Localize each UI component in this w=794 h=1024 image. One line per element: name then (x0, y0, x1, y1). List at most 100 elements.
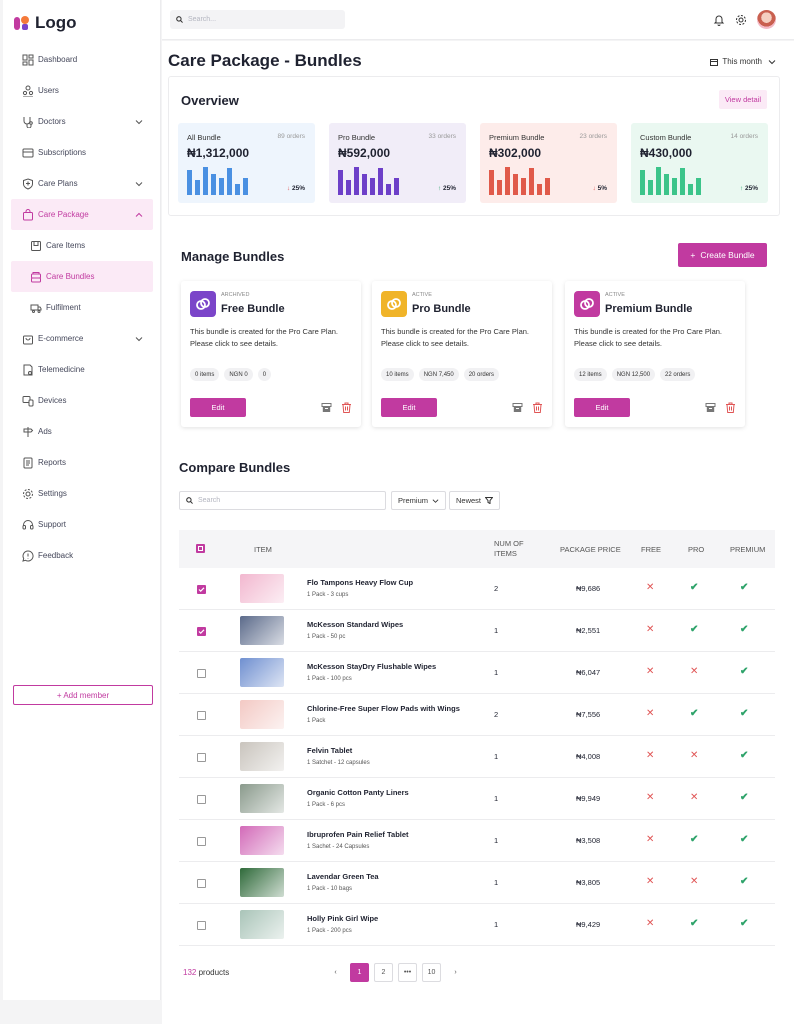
sidebar-item-support[interactable]: Support (3, 509, 161, 540)
premium-check-icon: ✔ (740, 834, 749, 845)
table-row[interactable]: Flo Tampons Heavy Flow Cup 1 Pack - 3 cu… (179, 568, 775, 610)
chevron-down-icon[interactable] (135, 335, 143, 343)
row-checkbox[interactable] (197, 711, 206, 720)
table-row[interactable]: Felvin Tablet 1 Satchet - 12 capsules 1 … (179, 736, 775, 778)
search-input[interactable]: Search... (170, 10, 345, 29)
chevron-down-icon[interactable] (135, 180, 143, 188)
page-1[interactable]: 1 (350, 963, 369, 982)
page-ellipsis[interactable]: ••• (398, 963, 417, 982)
bundle-chip: 0 (257, 368, 272, 381)
row-checkbox[interactable] (197, 585, 206, 594)
stat-bar (489, 170, 494, 195)
stat-bar (672, 178, 677, 195)
prev-page-icon[interactable]: ‹ (326, 963, 345, 982)
archive-icon[interactable] (705, 402, 716, 413)
table-row[interactable]: Ibruprofen Pain Relief Tablet 1 Sachet -… (179, 820, 775, 862)
stat-card[interactable]: Premium Bundle 23 orders ₦302,000 ↓ 5% (480, 123, 617, 203)
stat-bar (529, 168, 534, 195)
table-row[interactable]: Chlorine-Free Super Flow Pads with Wings… (179, 694, 775, 736)
row-checkbox[interactable] (197, 921, 206, 930)
sidebar-item-doctors[interactable]: Doctors (3, 106, 161, 137)
sidebar-item-label: Reports (38, 458, 67, 467)
sidebar-item-subscriptions[interactable]: Subscriptions (3, 137, 161, 168)
sort-dropdown[interactable]: Newest (449, 491, 501, 510)
page-10[interactable]: 10 (422, 963, 441, 982)
sidebar-item-label: Ads (38, 427, 52, 436)
stat-card[interactable]: All Bundle 89 orders ₦1,312,000 ↓ 25% (178, 123, 315, 203)
row-checkbox[interactable] (197, 753, 206, 762)
page-2[interactable]: 2 (374, 963, 393, 982)
stat-bar (219, 178, 224, 195)
premium-check-icon: ✔ (740, 876, 749, 887)
table-row[interactable]: Organic Cotton Panty Liners 1 Pack - 6 p… (179, 778, 775, 820)
stat-bar (640, 170, 645, 195)
row-checkbox[interactable] (197, 795, 206, 804)
logo[interactable]: Logo (13, 12, 77, 34)
sidebar-item-telemedicine[interactable]: Telemedicine (3, 354, 161, 385)
create-bundle-button[interactable]: + Create Bundle (678, 243, 767, 267)
table-row[interactable]: McKesson StayDry Flushable Wipes 1 Pack … (179, 652, 775, 694)
calendar-icon (710, 58, 719, 66)
view-detail-button[interactable]: View detail (718, 90, 767, 109)
premium-check-icon: ✔ (740, 792, 749, 803)
next-page-icon[interactable]: › (446, 963, 465, 982)
sidebar-item-ads[interactable]: Ads (3, 416, 161, 447)
stat-amount: ₦302,000 (489, 146, 542, 160)
column-header-premium: PREMIUM (730, 545, 766, 554)
trash-icon[interactable] (532, 402, 543, 413)
table-row[interactable]: Holly Pink Girl Wipe 1 Pack - 200 pcs 1 … (179, 904, 775, 946)
chevron-down-icon[interactable] (135, 118, 143, 126)
sidebar-item-care-plans[interactable]: Care Plans (3, 168, 161, 199)
sidebar-item-settings[interactable]: Settings (3, 478, 161, 509)
row-checkbox[interactable] (197, 669, 206, 678)
premium-check-icon: ✔ (740, 624, 749, 635)
stat-bar (386, 184, 391, 195)
table-row[interactable]: Lavendar Green Tea 1 Pack - 10 bags 1 ₦3… (179, 862, 775, 904)
bundle-card[interactable]: ACTIVE Pro Bundle This bundle is created… (372, 281, 552, 427)
stat-card[interactable]: Pro Bundle 33 orders ₦592,000 ↑ 25% (329, 123, 466, 203)
select-all-checkbox[interactable] (196, 544, 205, 553)
archive-icon[interactable] (321, 402, 332, 413)
avatar[interactable] (757, 10, 776, 29)
sidebar-item-e-commerce[interactable]: E-commerce (3, 323, 161, 354)
sidebar-item-care-bundles[interactable]: Care Bundles (11, 261, 153, 292)
bell-icon[interactable] (713, 14, 725, 26)
sidebar-item-dashboard[interactable]: Dashboard (3, 44, 161, 75)
row-checkbox[interactable] (197, 879, 206, 888)
add-member-button[interactable]: + Add member (13, 685, 153, 705)
edit-button[interactable]: Edit (574, 398, 630, 417)
bundle-chip: 22 orders (660, 368, 696, 381)
top-bar: Search... (162, 0, 794, 40)
period-selector[interactable]: This month (710, 57, 776, 66)
stat-card[interactable]: Custom Bundle 14 orders ₦430,000 ↑ 25% (631, 123, 768, 203)
stat-bar-chart (187, 167, 248, 195)
bundle-filter-dropdown[interactable]: Premium (391, 491, 447, 510)
edit-button[interactable]: Edit (381, 398, 437, 417)
product-count: 132 products (183, 968, 229, 977)
create-bundle-label: Create Bundle (700, 250, 755, 260)
bundle-icon (31, 272, 41, 283)
table-search-placeholder: Search (198, 497, 221, 504)
table-row[interactable]: McKesson Standard Wipes 1 Pack - 50 pc 1… (179, 610, 775, 652)
row-checkbox[interactable] (197, 837, 206, 846)
gear-icon[interactable] (735, 14, 747, 26)
sidebar-item-devices[interactable]: Devices (3, 385, 161, 416)
bundle-card[interactable]: ARCHIVED Free Bundle This bundle is crea… (181, 281, 361, 427)
sidebar-item-care-package[interactable]: Care Package (11, 199, 153, 230)
chevron-down-icon (768, 59, 776, 64)
chevron-up-icon[interactable] (135, 211, 143, 219)
sidebar-item-reports[interactable]: Reports (3, 447, 161, 478)
bundle-card[interactable]: ACTIVE Premium Bundle This bundle is cre… (565, 281, 745, 427)
table-search-input[interactable]: Search (179, 491, 386, 510)
gear-icon (23, 489, 33, 499)
sidebar-item-care-items[interactable]: Care Items (3, 230, 161, 261)
edit-button[interactable]: Edit (190, 398, 246, 417)
sidebar-item-users[interactable]: Users (3, 75, 161, 106)
sidebar-item-fulfilment[interactable]: Fulfilment (3, 292, 161, 323)
archive-icon[interactable] (512, 402, 523, 413)
row-checkbox[interactable] (197, 627, 206, 636)
sidebar-item-feedback[interactable]: Feedback (3, 540, 161, 571)
trash-icon[interactable] (725, 402, 736, 413)
trash-icon[interactable] (341, 402, 352, 413)
product-num-items: 1 (494, 626, 499, 635)
